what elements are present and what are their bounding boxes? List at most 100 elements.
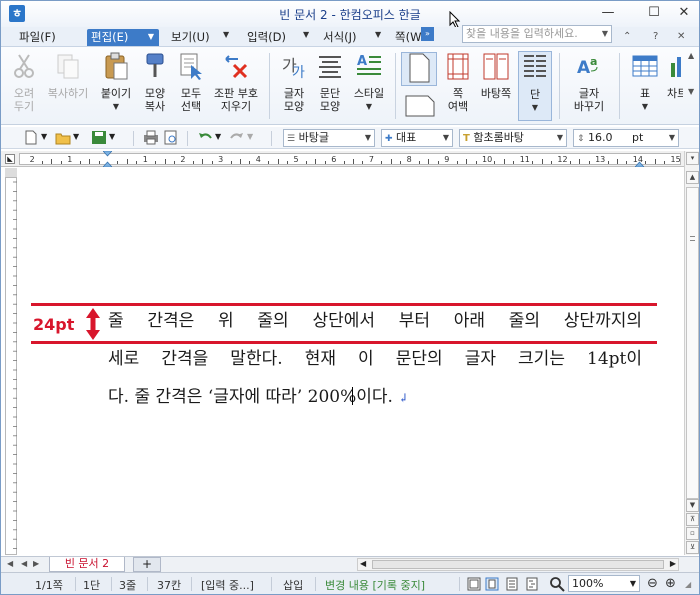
replace-char-button[interactable]: Aa 글자 바꾸기 [567,51,611,113]
copy-button[interactable]: 복사하기 [43,51,93,100]
status-page[interactable]: 1/1쪽 [35,577,63,593]
status-line[interactable]: 3줄 [119,577,136,593]
chart-button[interactable]: 차트 [667,51,683,100]
chevron-down-icon[interactable]: ▼ [365,130,371,146]
menu-edit[interactable]: 편집(E) ▼ [87,29,159,46]
scroll-up-button[interactable]: ▲ [686,171,699,184]
status-track-changes[interactable]: 변경 내용 [기록 중지] [325,577,425,593]
ribbon-collapse[interactable]: ▲ ▼ [688,51,698,121]
status-char[interactable]: 37칸 [157,577,181,593]
print-preview-icon[interactable] [163,130,179,145]
menu-page[interactable]: 쪽(W) [391,29,421,46]
search-input[interactable]: 찾을 내용을 입력하세요. ▼ [462,25,612,43]
chevron-down-icon[interactable]: ▼ [627,100,663,113]
scroll-thumb[interactable] [686,187,699,499]
chevron-down-icon[interactable]: ▼ [73,132,89,147]
status-insert-mode[interactable]: 삽입 [283,577,303,593]
chevron-down-icon[interactable]: ▼ [443,130,449,146]
vertical-scrollbar[interactable]: ▾ ▲ ▼ ⊼ ▫ ⊻ [684,151,699,555]
font-combo[interactable]: T 함초롬바탕 ▼ [459,129,567,147]
zoom-out-icon[interactable]: ⊖ [647,576,658,591]
style-button[interactable]: A 스타일 ▼ [349,51,389,113]
chevron-down-icon[interactable]: ▼ [602,26,608,42]
para-shape-button[interactable]: 문단 모양 [313,51,347,113]
page-down-button[interactable]: ⊻ [686,541,699,554]
chevron-down-icon[interactable]: ▼ [630,576,636,591]
horizontal-scrollbar[interactable]: ◀ ▶ [357,558,679,571]
cut-button[interactable]: 오려 두기 [7,51,41,113]
format-painter-button[interactable]: 모양 복사 [137,51,173,113]
page-select-button[interactable]: ▫ [686,527,699,540]
page-view-icon[interactable] [485,577,499,591]
paste-button[interactable]: 붙이기 ▼ [97,51,135,113]
add-tab-button[interactable]: + [133,557,161,572]
scroll-left-button[interactable]: ◀ [360,559,366,568]
select-all-button[interactable]: 모두 선택 [173,51,209,113]
clear-codes-button[interactable]: 조판 부호 지우기 [209,51,263,113]
master-page-button[interactable]: 바탕쪽 [477,51,515,100]
table-button[interactable]: 표 ▼ [627,51,663,113]
menu-format[interactable]: 서식(J) [319,29,361,46]
ruler-tab-selector[interactable]: ◣ [5,154,15,164]
svg-text:A: A [357,54,367,69]
tab-prev-icon[interactable]: ◀ [21,559,27,568]
ruler-tick [315,159,317,164]
zoom-magnifier-icon[interactable] [549,576,565,592]
chevron-down-icon[interactable]: ▼ [349,100,389,113]
minimize-button[interactable]: — [595,3,621,23]
open-folder-icon[interactable] [55,130,71,145]
right-margin-marker[interactable] [634,151,645,168]
print-icon[interactable] [143,130,159,145]
zoom-combo[interactable]: 100% ▼ [568,575,640,592]
redo-icon[interactable] [229,130,245,145]
tab-next-icon[interactable]: ▶ [33,559,39,568]
tab-document[interactable]: 빈 문서 2 [49,557,125,572]
tab-first-icon[interactable]: ◀ [7,559,13,568]
char-shape-button[interactable]: 가가 글자 모양 [277,51,311,113]
language-combo[interactable]: ✚ 대표 ▼ [381,129,453,147]
style-combo[interactable]: ☰ 바탕글 ▼ [283,129,375,147]
close-icon[interactable]: ✕ [677,31,685,42]
ruler-scale[interactable]: 2112345678910111213141516 [19,153,681,165]
page-up-button[interactable]: ⊼ [686,513,699,526]
chevron-down-icon[interactable]: ▼ [97,100,135,113]
chevron-down-icon[interactable]: ▼ [519,101,551,114]
normal-view-icon[interactable] [467,577,481,591]
chevron-down-icon[interactable]: ▼ [303,30,309,39]
font-size-combo[interactable]: ⇕ 16.0 pt ▼ [573,129,679,147]
chevron-down-icon[interactable]: ▼ [109,132,125,147]
ruler-number: 2 [29,155,35,164]
portrait-button[interactable] [401,52,437,86]
chevron-down-icon[interactable]: ▼ [557,130,563,146]
line-spacing-annotation: 24pt [33,315,75,334]
menu-file[interactable]: 파일(F) [15,29,60,46]
zoom-in-icon[interactable]: ⊕ [665,576,676,591]
chevron-up-icon[interactable]: ⌃ [623,31,631,42]
columns-button[interactable]: 단 ▼ [518,51,552,121]
vertical-ruler[interactable] [5,177,17,555]
chevron-down-icon[interactable]: ▼ [669,130,675,146]
status-column[interactable]: 1단 [83,577,100,593]
horizontal-scroll-thumb[interactable] [372,560,664,569]
menu-expand-button[interactable]: » [421,27,434,41]
maximize-button[interactable]: ☐ [641,3,667,23]
web-view-icon[interactable] [505,577,519,591]
chart-icon [671,57,681,77]
scroll-down-button[interactable]: ▼ [686,499,699,512]
outline-view-icon[interactable] [525,577,539,591]
chevron-down-icon[interactable]: ▼ [223,30,229,39]
save-icon[interactable] [91,130,107,145]
indent-marker[interactable] [102,150,113,168]
menu-insert[interactable]: 입력(D) [243,29,290,46]
ruler-toggle-icon[interactable]: ▾ [686,152,699,165]
resize-grip-icon[interactable]: ◢ [685,580,691,589]
help-icon[interactable]: ? [653,31,658,42]
margin-button[interactable]: 쪽 여백 [441,51,475,113]
close-button[interactable]: ✕ [671,3,697,23]
landscape-button[interactable] [403,95,437,119]
chevron-down-icon[interactable]: ▼ [375,30,381,39]
undo-icon[interactable] [197,130,213,145]
scroll-right-button[interactable]: ▶ [670,559,676,568]
new-document-icon[interactable] [23,130,39,145]
menu-view[interactable]: 보기(U) [167,29,214,46]
